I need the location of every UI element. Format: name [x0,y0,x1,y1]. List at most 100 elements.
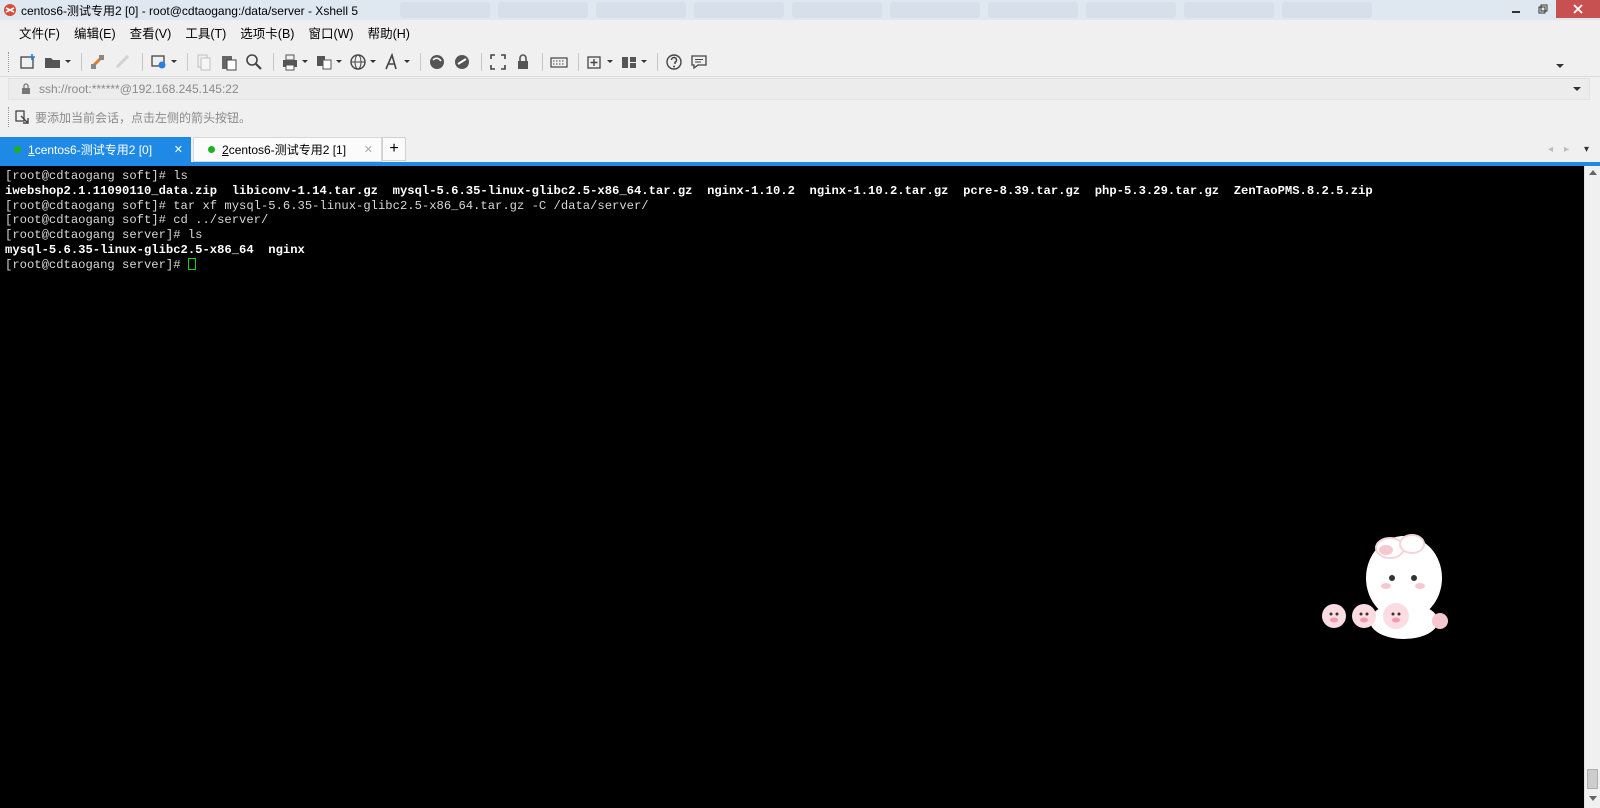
restore-button[interactable] [1529,0,1556,18]
add-tab-icon [587,55,601,69]
lock-icon [22,83,30,94]
tab-scroll-left-icon[interactable]: ◂ [1548,144,1553,155]
copy-button[interactable] [193,50,215,74]
tab-session-2[interactable]: 2 centos6-测试专用2 [1] ✕ [193,137,382,162]
menu-edit[interactable]: 编辑(E) [67,22,123,46]
add-session-arrow-icon[interactable] [15,110,29,124]
tab-number: 1 [28,142,35,157]
scroll-down-icon[interactable] [1589,796,1597,801]
menu-tools[interactable]: 工具(T) [178,22,233,46]
add-tab-button[interactable]: + [382,137,406,161]
layout-icon [622,56,636,68]
fullscreen-icon [490,53,506,70]
terminal-line: mysql-5.6.35-linux-glibc2.5-x86_64 nginx [5,242,305,257]
paste-icon [222,55,237,70]
xftp-button[interactable] [426,50,448,74]
print-icon [283,54,297,70]
tab-number: 2 [222,142,229,157]
transfer-icon [317,55,332,69]
minimize-button[interactable] [1502,0,1529,18]
terminal-line: [root@cdtaogang soft]# tar xf mysql-5.6.… [5,198,649,213]
close-button[interactable] [1556,0,1600,18]
tab-close-icon[interactable]: ✕ [364,143,373,156]
layout-button[interactable] [618,50,649,74]
globe-icon [350,53,366,70]
paste-button[interactable] [218,50,240,74]
window-controls [1502,0,1600,18]
terminal-pane[interactable]: [root@cdtaogang soft]# ls iwebshop2.1.11… [0,166,1584,808]
menu-help[interactable]: 帮助(H) [361,22,417,46]
copy-icon [197,54,211,70]
scrollbar-thumb[interactable] [1587,769,1598,789]
menu-file[interactable]: 文件(F) [12,22,67,46]
address-dropdown-icon[interactable] [1573,87,1581,92]
find-icon [246,53,262,70]
session-connected-icon [14,146,21,153]
menu-view[interactable]: 查看(V) [123,22,179,46]
tab-session-1[interactable]: 1 centos6-测试专用2 [0] ✕ [0,137,191,162]
lock-icon [518,53,528,69]
reconnect-button[interactable] [87,50,109,74]
script-icon [455,54,469,69]
tab-close-icon[interactable]: ✕ [174,143,183,156]
open-button[interactable] [42,50,73,74]
hint-text: 要添加当前会话，点击左侧的箭头按钮。 [35,110,252,125]
session-hint-bar: 要添加当前会话，点击左侧的箭头按钮。 [8,103,1590,131]
menu-tabs[interactable]: 选项卡(B) [233,22,301,46]
minimize-icon [1511,11,1520,13]
properties-icon [151,54,166,68]
bunny-mascot-icon [1322,534,1448,639]
xftp-icon [430,54,444,69]
chat-icon [691,54,707,69]
toolbar [0,47,1600,77]
help-button[interactable] [663,50,685,74]
find-button[interactable] [243,50,265,74]
font-button[interactable] [381,50,412,74]
reconnect-icon [90,54,105,69]
toolbar-grip [8,51,11,72]
transfer-button[interactable] [313,50,344,74]
address-bar [8,78,1590,100]
print-button[interactable] [279,50,310,74]
chat-button[interactable] [688,50,710,74]
taskbar-ghost [400,2,1410,20]
keyboard-button[interactable] [548,50,570,74]
restore-icon [1538,4,1547,14]
plus-icon: + [389,140,399,157]
open-folder-icon [45,57,60,68]
new-session-icon [20,53,35,69]
lock-button[interactable] [512,50,534,74]
xshell-logo-icon [4,4,16,16]
session-connected-icon [208,146,215,153]
add-tab-toolbar-button[interactable] [584,50,615,74]
properties-button[interactable] [148,50,179,74]
close-icon [1573,4,1583,14]
tab-label: centos6-测试专用2 [1] [228,143,347,157]
script-button[interactable] [451,50,473,74]
menu-bar: 文件(F) 编辑(E) 查看(V) 工具(T) 选项卡(B) 窗口(W) 帮助(… [0,22,1600,46]
scroll-up-icon[interactable] [1589,170,1597,175]
disconnect-button[interactable] [112,50,134,74]
font-icon [385,52,397,69]
tab-list-dropdown-icon[interactable]: ▾ [1584,144,1589,155]
window-title: centos6-测试专用2 [0] - root@cdtaogang:/data… [21,3,359,18]
menu-window[interactable]: 窗口(W) [301,22,360,46]
hint-grip [8,107,11,127]
terminal-scrollbar[interactable] [1584,166,1600,808]
keyboard-icon [550,56,568,68]
help-icon [666,53,682,70]
disconnect-icon [115,54,130,68]
tab-scroll-right-icon[interactable]: ▸ [1564,144,1569,155]
terminal-line: [root@cdtaogang soft]# ls [5,169,188,183]
new-session-button[interactable] [17,50,39,74]
tab-strip: 1 centos6-测试专用2 [0] ✕ 2 centos6-测试专用2 [1… [0,136,1600,163]
toolbar-overflow-icon[interactable] [1556,64,1564,70]
terminal-cursor [187,257,196,270]
terminal-line: iwebshop2.1.11090110_data.zip libiconv-1… [5,183,1373,198]
tab-label: centos6-测试专用2 [0] [34,143,153,157]
terminal-output: [root@cdtaogang soft]# ls iwebshop2.1.11… [0,166,1584,273]
address-input[interactable] [39,82,1539,96]
globe-button[interactable] [347,50,378,74]
fullscreen-button[interactable] [487,50,509,74]
terminal-line: [root@cdtaogang soft]# cd ../server/ [5,213,269,228]
